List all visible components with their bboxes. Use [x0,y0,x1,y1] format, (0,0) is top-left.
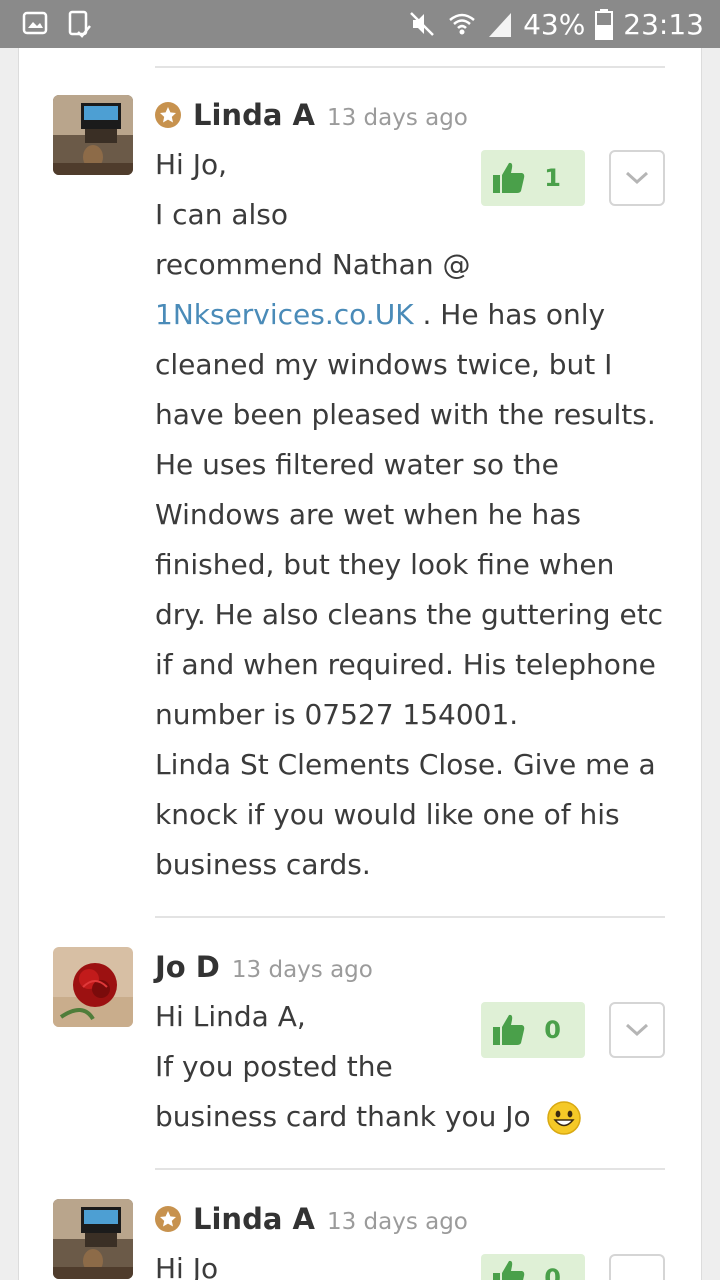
comment-line: cleaned my windows twice, but I [155,348,613,381]
comment-header: Jo D 13 days ago [155,950,373,984]
comment-header: Linda A 13 days ago [155,98,468,132]
comment-line: knock if you would like one of his [155,798,620,831]
comment-line-with-emoji: business card thank you Jo [155,1092,582,1142]
chevron-down-icon [625,1023,649,1037]
status-bar: 43% 23:13 [0,0,720,48]
like-button[interactable]: 0 [481,1254,585,1280]
avatar-image [53,95,133,175]
comment-body: Hi Linda A, If you posted the business c… [155,992,675,1142]
comment-line: Windows are wet when he has [155,498,581,531]
avatar[interactable] [53,947,133,1027]
comment-line: recommend Nathan @ [155,248,471,281]
battery-icon [595,9,614,40]
comment-line: business cards. [155,848,371,881]
link-suffix: . He has only [413,298,606,331]
more-options-button[interactable] [609,1002,665,1058]
website-link[interactable]: 1Nkservices.co.UK [155,298,414,331]
avatar[interactable] [53,95,133,175]
comments-card: Linda A 13 days ago Hi Jo, I can also re… [18,48,702,1280]
more-options-button[interactable] [609,1254,665,1280]
comment-header: Linda A 13 days ago [155,1202,468,1236]
comment-line: if and when required. His telephone [155,648,656,681]
comment-line: dry. He also cleans the guttering etc [155,598,664,631]
more-options-button[interactable] [609,150,665,206]
like-count: 0 [544,1016,561,1044]
author-name[interactable]: Linda A [193,98,315,132]
thumbs-up-icon [493,1014,525,1045]
author-name[interactable]: Linda A [193,1202,315,1236]
comment-line: Linda St Clements Close. Give me a [155,748,656,781]
like-count: 1 [544,164,561,192]
thumbs-up-icon [493,162,525,193]
avatar-image [53,1199,133,1279]
battery-percent: 43% [523,7,586,41]
comment-line: I can also [155,198,289,231]
comment-line-with-link: 1Nkservices.co.UK . He has only [155,290,605,340]
comment-line: If you posted the [155,1050,393,1083]
comment-divider [155,66,665,68]
star-badge-icon [155,102,181,128]
chevron-down-icon [625,171,649,185]
signal-icon [489,13,512,37]
author-name[interactable]: Jo D [155,950,220,984]
comment-divider [155,916,665,918]
wifi-icon [449,13,475,35]
comment-line: have been pleased with the results. [155,398,656,431]
comment-body: Hi Jo [155,1244,675,1280]
like-count: 0 [544,1264,561,1280]
grin-emoji-icon [546,1101,581,1135]
comment-body: Hi Jo, I can also recommend Nathan @ 1Nk… [155,140,675,890]
gallery-icon [22,11,48,35]
comment-line: Hi Jo, [155,148,228,181]
timestamp: 13 days ago [326,1209,468,1235]
clock: 23:13 [623,7,704,41]
comment-line: Hi Jo [155,1252,219,1280]
like-button[interactable]: 1 [481,150,585,206]
timestamp: 13 days ago [231,957,373,983]
comment-line-text: business card thank you Jo [155,1100,531,1133]
like-button[interactable]: 0 [481,1002,585,1058]
comment-line: finished, but they look fine when [155,548,615,581]
comment-line: He uses filtered water so the [155,448,559,481]
comment-line: Hi Linda A, [155,1000,306,1033]
avatar-image [53,947,133,1027]
screen-cast-icon [68,10,91,38]
star-badge-icon [155,1206,181,1232]
mute-icon [410,12,434,36]
thumbs-up-icon [493,1260,525,1280]
comment-divider [155,1168,665,1170]
comment-line: number is 07527 154001. [155,698,519,731]
avatar[interactable] [53,1199,133,1279]
timestamp: 13 days ago [326,105,468,131]
